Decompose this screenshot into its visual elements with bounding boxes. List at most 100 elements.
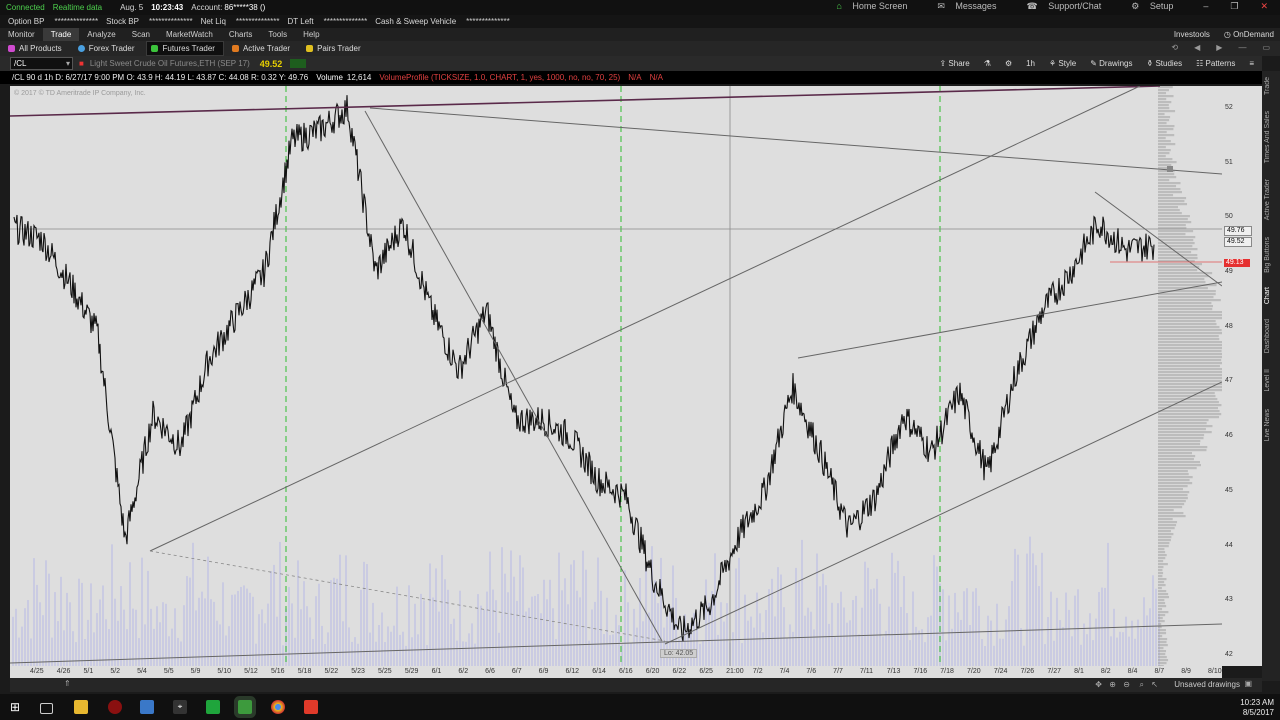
system-clock[interactable]: 10:23 AM 8/5/2017 <box>1240 698 1274 718</box>
tab-analyze[interactable]: Analyze <box>79 28 123 41</box>
chrome-icon[interactable] <box>271 700 285 714</box>
tab-marketwatch[interactable]: MarketWatch <box>158 28 221 41</box>
volume-profile-bar <box>1158 479 1190 482</box>
volume-profile-bar <box>1158 443 1200 446</box>
studies-button[interactable]: ⚱ Studies <box>1147 56 1183 71</box>
setup-button[interactable]: ⚙ Setup <box>1131 1 1181 12</box>
date-axis[interactable]: 4/25 4/26 5/1 5/2 5/4 5/5 5/9 5/10 5/12 5/16 5/18 5… <box>10 666 1222 678</box>
expand-icon[interactable]: ⇑ <box>64 679 71 688</box>
account-value[interactable]: 86*****38 () <box>224 3 265 12</box>
collapse-icon[interactable]: — <box>1238 43 1246 52</box>
volume-bar <box>231 594 233 666</box>
style-button[interactable]: ⚘ Style <box>1049 56 1076 71</box>
link-icon[interactable]: ⟲ <box>1171 43 1178 52</box>
settings-icon[interactable]: ⚙ <box>1005 56 1012 71</box>
gadget-trade[interactable]: Trade <box>1264 77 1271 95</box>
volume-profile-bar <box>1158 440 1201 443</box>
volume-bar <box>219 624 221 666</box>
volume-bar <box>177 637 179 666</box>
app-green-icon[interactable] <box>206 700 220 714</box>
volume-bar <box>279 541 281 666</box>
gadget-chart[interactable]: Chart <box>1264 287 1271 304</box>
subtab-pairs-trader[interactable]: Pairs Trader <box>302 42 369 55</box>
volume-bar <box>264 623 266 666</box>
price-chart[interactable]: © 2017 © TD Ameritrade IP Company, Inc. … <box>10 86 1222 666</box>
tab-scan[interactable]: Scan <box>124 28 158 41</box>
zoom-in-icon[interactable]: ⊕ <box>1109 680 1116 689</box>
volume-bar <box>849 620 851 666</box>
tab-tools[interactable]: Tools <box>260 28 295 41</box>
gadget-dashboard[interactable]: Dashboard <box>1264 319 1271 353</box>
gadget-big-buttons[interactable]: Big Buttons <box>1264 237 1271 273</box>
menu-icon[interactable]: ≡ <box>1249 56 1254 71</box>
flag-icon[interactable]: ■ <box>79 59 84 68</box>
back-icon[interactable]: ◀ <box>1194 43 1200 52</box>
share-button[interactable]: ⇪ Share <box>939 56 969 71</box>
volume-profile-bar <box>1158 416 1220 419</box>
home-screen-button[interactable]: ⌂ Home Screen <box>836 1 915 12</box>
volume-bar <box>309 617 311 666</box>
subtab-all-products[interactable]: All Products <box>4 42 70 55</box>
unsaved-drawings[interactable]: Unsaved drawings <box>1174 680 1240 689</box>
zoom-out-icon[interactable]: ⊖ <box>1123 680 1130 689</box>
volume-bar <box>627 602 629 666</box>
gadget-level-ii[interactable]: Level II <box>1264 369 1271 392</box>
layout-controls: ⟲ ◀ ▶ — ▭ <box>1171 43 1270 52</box>
windows-start-icon[interactable]: ⊞ <box>10 700 24 714</box>
pan-icon[interactable]: ✥ <box>1095 680 1102 689</box>
volume-bar <box>981 638 983 666</box>
tab-charts[interactable]: Charts <box>221 28 261 41</box>
investools-link[interactable]: Investools <box>1174 28 1210 41</box>
subtab-forex-trader[interactable]: Forex Trader <box>74 42 143 55</box>
subtab-futures-trader[interactable]: Futures Trader <box>146 41 224 56</box>
price-axis[interactable]: 52 51 50 49 48 47 46 45 44 43 42 49.76 49.52 49.13 <box>1222 86 1262 666</box>
main-nav: Monitor Trade Analyze Scan MarketWatch C… <box>0 28 1280 41</box>
messages-button[interactable]: ✉ Messages <box>937 1 1004 12</box>
file-explorer-icon[interactable] <box>74 700 88 714</box>
tab-monitor[interactable]: Monitor <box>0 28 43 41</box>
date-tick-label: 6/14 <box>592 668 606 675</box>
symbol-input[interactable]: /CL ▾ <box>10 57 73 70</box>
chart-canvas[interactable] <box>10 86 1222 666</box>
task-view-icon[interactable] <box>40 703 53 714</box>
volume-bar <box>1068 609 1070 666</box>
volume-bar <box>408 585 410 666</box>
volume-bar <box>1029 536 1031 666</box>
volume-bar <box>114 598 116 666</box>
thinkorswim-icon[interactable] <box>238 700 252 714</box>
ondemand-button[interactable]: ◷ OnDemand <box>1224 28 1274 41</box>
maps-icon[interactable]: ⌖ <box>173 700 187 714</box>
maximize-button[interactable]: ❐ <box>1230 1 1238 12</box>
volume-profile-bar <box>1158 608 1163 611</box>
volume-profile-study[interactable]: VolumeProfile (TICKSIZE, 1.0, CHART, 1, … <box>379 73 620 82</box>
forward-icon[interactable]: ▶ <box>1216 43 1222 52</box>
patterns-button[interactable]: ☷ Patterns <box>1196 56 1235 71</box>
app-red-square-icon[interactable] <box>304 700 318 714</box>
volume-bar <box>534 595 536 666</box>
search-icon[interactable]: ⌕ <box>1140 680 1144 690</box>
support-button[interactable]: ☎ Support/Chat <box>1026 1 1109 12</box>
cursor-icon[interactable]: ↖ <box>1151 680 1158 689</box>
volume-profile-bar <box>1158 614 1166 617</box>
app-red-icon[interactable] <box>108 700 122 714</box>
flask-icon[interactable]: ⚗ <box>984 56 991 71</box>
gadget-active-trader[interactable]: Active Trader <box>1264 179 1271 220</box>
drawings-button[interactable]: ✎ Drawings <box>1090 56 1132 71</box>
minimize-button[interactable]: – <box>1203 1 1208 12</box>
volume-bar <box>897 560 899 666</box>
close-button[interactable]: ✕ <box>1260 1 1268 12</box>
subtab-active-trader[interactable]: Active Trader <box>228 42 298 55</box>
gadget-times-and-sales[interactable]: Times And Sales <box>1264 111 1271 163</box>
tab-help[interactable]: Help <box>295 28 327 41</box>
tab-trade[interactable]: Trade <box>42 28 80 41</box>
volume-label[interactable]: Volume <box>316 73 343 82</box>
volume-profile-bar <box>1158 152 1170 155</box>
app-blue-icon[interactable] <box>140 700 154 714</box>
layout-icon[interactable]: ▭ <box>1262 43 1270 52</box>
save-icon[interactable]: ▣ <box>1244 679 1252 688</box>
timeframe-button[interactable]: 1h <box>1026 56 1035 71</box>
gadget-live-news[interactable]: Live News <box>1264 409 1271 441</box>
volume-profile-bar <box>1158 413 1222 416</box>
volume-bar <box>81 582 83 666</box>
share-icon: ⇪ <box>939 59 947 68</box>
